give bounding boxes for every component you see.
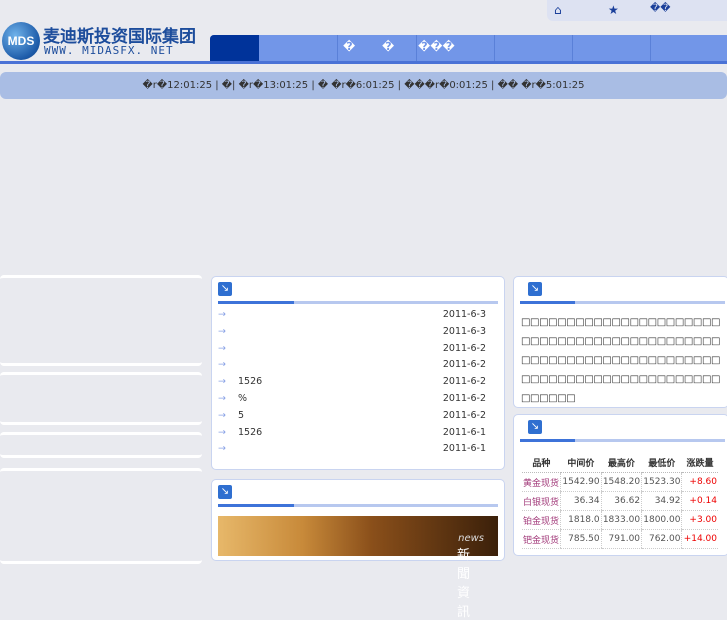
- news-date: 2011-6-2: [442, 359, 486, 371]
- news-date: 2011-6-3: [442, 325, 486, 337]
- news-banner-image[interactable]: 新聞資訊 news: [218, 516, 498, 620]
- column-header: 中间价: [560, 452, 602, 473]
- banner-sub: news: [458, 533, 484, 544]
- quotes-table: 品种 中间价 最高价 最低价 涨跌量 黄金现货 1542.90 1548.20 1523.30 +…: [522, 452, 718, 549]
- quote-cell: 1800.00: [641, 510, 682, 530]
- home-icon[interactable]: ⌂: [554, 3, 562, 17]
- quote-cell: 1523.30: [641, 472, 682, 492]
- news-title[interactable]: 5: [238, 410, 244, 421]
- column-header: 最低价: [641, 452, 682, 473]
- news-date: 2011-6-1: [442, 443, 486, 455]
- main-nav: � � ���: [210, 35, 727, 61]
- quote-cell: +8.60: [681, 472, 718, 492]
- contact-link[interactable]: ��: [650, 3, 671, 14]
- quote-cell: 1548.20: [600, 472, 642, 492]
- news-item[interactable]: → 5 2011-6-2: [218, 410, 498, 427]
- quote-cell: 1542.90: [560, 472, 602, 492]
- favorite-icon[interactable]: ★: [608, 3, 619, 17]
- quote-cell: 791.00: [600, 529, 642, 549]
- brand-url: WWW. MIDASFX. NET: [44, 44, 174, 57]
- nav-home[interactable]: [210, 35, 259, 61]
- news-item[interactable]: →% 2011-6-2: [218, 393, 498, 410]
- table-row: 黄金现货 1542.90 1548.20 1523.30 +8.60: [522, 472, 718, 492]
- arrow-icon: →: [218, 426, 226, 438]
- news-banner-panel: ↘ 新聞資訊 news: [211, 479, 505, 620]
- table-row: 白银现货 36.34 36.62 34.92 +0.14: [522, 491, 718, 511]
- news-title[interactable]: 1526: [238, 427, 262, 438]
- quote-cell: +14.00: [681, 529, 718, 549]
- nav-item-3[interactable]: ���: [418, 40, 455, 53]
- arrow-icon: →: [218, 376, 226, 388]
- news-item[interactable]: → 1526 2011-6-2: [218, 376, 498, 393]
- news-title[interactable]: %: [238, 393, 247, 404]
- quote-cell[interactable]: 黄金现货: [522, 472, 561, 492]
- left-panel-2: [0, 372, 202, 425]
- arrow-icon: →: [218, 325, 226, 337]
- news-date: 2011-6-2: [442, 409, 486, 421]
- arrow-icon: →: [218, 392, 226, 404]
- arrow-icon: →: [218, 359, 226, 371]
- quote-cell: 36.62: [600, 491, 642, 511]
- quote-cell[interactable]: 钯金现货: [522, 529, 561, 549]
- news-date: 2011-6-3: [442, 309, 486, 320]
- left-panel-4: [0, 468, 202, 564]
- news-title[interactable]: 1526: [238, 376, 262, 387]
- left-panel-3: [0, 432, 202, 458]
- table-row: 钯金现货 785.50 791.00 762.00 +14.00: [522, 529, 718, 549]
- arrow-icon: →: [218, 443, 226, 455]
- header-divider: [0, 61, 727, 64]
- news-date: 2011-6-1: [442, 426, 486, 438]
- world-clock-ticker: �r�12:01:25 | �| �r�13:01:25 | � �r�6:01…: [0, 72, 727, 99]
- top-links: ⌂ ★ ��: [547, 0, 727, 21]
- quote-cell: 785.50: [560, 529, 602, 549]
- nav-item-1[interactable]: �: [343, 40, 355, 53]
- quote-cell: 1833.00: [600, 510, 642, 530]
- column-header: 品种: [522, 452, 561, 473]
- news-list: → 2011-6-3 → 2011-6-3 → 2011-6-2 → 2011-6-2 → 15…: [218, 309, 498, 460]
- news-date: 2011-6-2: [442, 342, 486, 354]
- quote-cell[interactable]: 铂金现货: [522, 510, 561, 530]
- table-row: 铂金现货 1818.0 1833.00 1800.00 +3.00: [522, 510, 718, 530]
- quote-cell: 34.92: [641, 491, 682, 511]
- banner-title: 新聞資訊: [456, 548, 470, 620]
- arrow-icon: →: [218, 409, 226, 421]
- arrow-icon: →: [218, 309, 226, 320]
- quote-cell: +0.14: [681, 491, 718, 511]
- panel-arrow-icon: ↘: [528, 282, 542, 296]
- quote-cell: 36.34: [560, 491, 602, 511]
- news-panel: ↘ → 2011-6-3 → 2011-6-3 → 2011-6-2 → 2011-6-2 → …: [211, 276, 505, 470]
- nav-item-2[interactable]: �: [382, 40, 394, 53]
- left-panel-1: [0, 275, 202, 366]
- intro-panel: ↘ □□□□□□□□□□□□□□□□□□□□□□□□□□□□□□□□□□□□□□…: [513, 276, 727, 408]
- quote-cell: +3.00: [681, 510, 718, 530]
- news-date: 2011-6-2: [442, 392, 486, 404]
- quote-cell[interactable]: 白银现货: [522, 491, 561, 511]
- quotes-panel: ↘ 品种 中间价 最高价 最低价 涨跌量 黄金现货 1542.90 1548.20 1523.3…: [513, 414, 727, 556]
- news-item[interactable]: → 2011-6-3: [218, 326, 498, 343]
- quote-cell: 1818.0: [560, 510, 602, 530]
- intro-text: □□□□□□□□□□□□□□□□□□□□□□□□□□□□□□□□□□□□□□□□…: [521, 317, 721, 404]
- news-item[interactable]: → 2011-6-2: [218, 343, 498, 360]
- news-item[interactable]: → 2011-6-2: [218, 359, 498, 376]
- news-item[interactable]: → 1526 2011-6-1: [218, 427, 498, 444]
- news-item[interactable]: → 2011-6-1: [218, 443, 498, 460]
- news-item[interactable]: → 2011-6-3: [218, 309, 498, 326]
- arrow-icon: →: [218, 342, 226, 354]
- panel-arrow-icon: ↘: [528, 420, 542, 434]
- logo-globe: MDS: [2, 22, 40, 60]
- panel-arrow-icon: ↘: [218, 282, 232, 296]
- column-header: 最高价: [601, 452, 642, 473]
- news-date: 2011-6-2: [442, 376, 486, 388]
- column-header: 涨跌量: [681, 452, 718, 473]
- panel-arrow-icon: ↘: [218, 485, 232, 499]
- quote-cell: 762.00: [641, 529, 682, 549]
